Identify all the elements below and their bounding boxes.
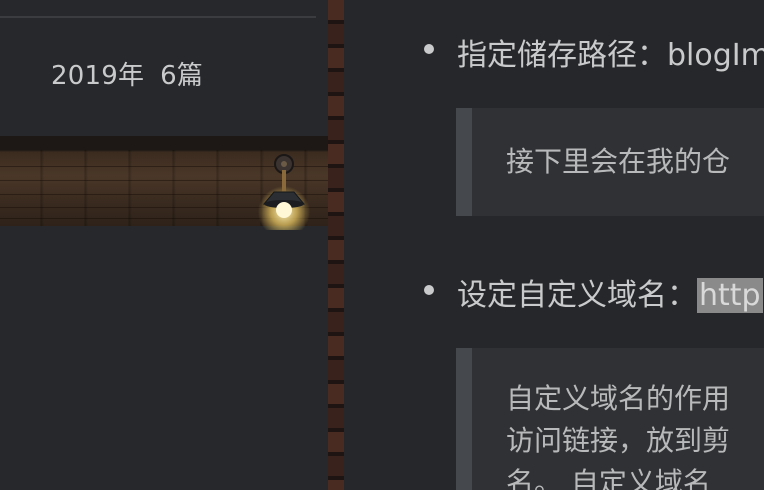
quote-line: 访问链接，放到剪 [506, 424, 731, 457]
list-item: 指定储存路径：blogIm [457, 30, 764, 74]
sidebar-divider [0, 16, 316, 18]
article-content: 指定储存路径：blogIm 接下里会在我的仓 设定自定义域名：http 自定义域… [344, 0, 764, 490]
quote-line: 接下里会在我的仓 [506, 145, 731, 178]
list-bullet-icon [424, 285, 434, 295]
blockquote: 自定义域名的作用 访问链接，放到剪 名。 自定义域名 [456, 348, 764, 490]
quote-line: 名。 自定义域名 [506, 466, 711, 490]
sidebar: 2019年 6篇 [0, 0, 328, 490]
archive-count[interactable]: 6篇 [160, 61, 203, 91]
quote-line: 自定义域名的作用 [506, 382, 731, 415]
inline-code-link[interactable]: http [697, 278, 763, 313]
list-item: 设定自定义域名：http [457, 270, 763, 314]
item-label: 设定自定义域名： [457, 278, 697, 313]
wall-lamp-icon [254, 150, 314, 238]
item-value: blogIm [667, 38, 764, 73]
item-label: 指定储存路径： [457, 38, 667, 73]
brick-divider [328, 0, 344, 490]
list-bullet-icon [424, 44, 434, 54]
archive-year[interactable]: 2019年 [51, 61, 144, 91]
archive-entry[interactable]: 2019年 6篇 [51, 55, 203, 92]
blockquote: 接下里会在我的仓 [456, 108, 764, 216]
